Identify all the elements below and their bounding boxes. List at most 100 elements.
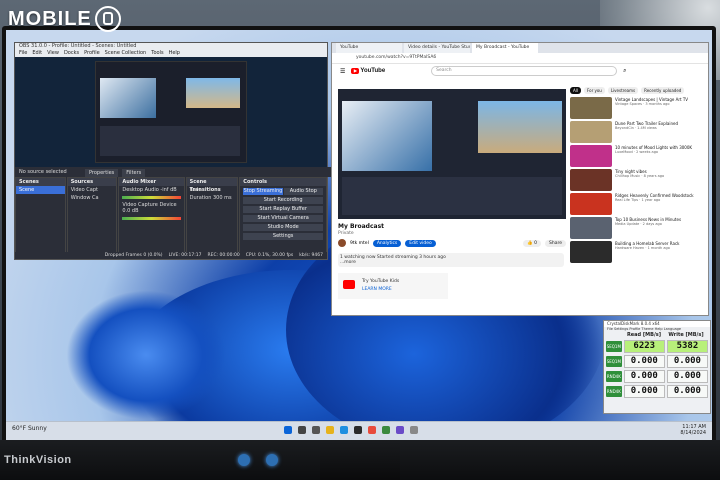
scene-item[interactable]: Scene [16,186,65,194]
rec-info: Top 10 Business News in Minutes Media Upd… [615,217,681,239]
clock[interactable]: 11:17 AM 8/14/2024 [680,424,706,436]
mixer-title: Audio Mixer [119,178,184,186]
watermark: MOBILE [8,6,121,32]
hamburger-icon[interactable]: ☰ [340,68,345,75]
search-input[interactable]: Search [431,66,618,76]
live-time: LIVE: 00:17:17 [168,253,202,258]
rec-item[interactable]: Tiny night vibes Chillhop Music · 8 years… [570,169,704,191]
mixer-capture-db: 0.0 dB [122,208,139,214]
edge-icon[interactable] [340,426,348,434]
rec-info: Dune Part Two Trailer Explained BeyondCin… [615,121,678,143]
menu-file[interactable]: File [19,50,27,57]
read-header: Read [MB/s] [626,332,662,338]
menu-help[interactable]: Help [169,50,180,57]
youtube-logo[interactable]: ▶ YouTube [351,68,385,74]
rec-thumbnail[interactable] [570,217,612,239]
search-icon[interactable] [298,426,306,434]
menu-tools[interactable]: Tools [151,50,163,57]
rec-item[interactable]: Ridges Heavenly Confirmed Woodstock Real … [570,193,704,215]
watermark-text: MOBILE [8,7,92,30]
search-icon[interactable]: ⌕ [623,67,626,75]
browser-tab[interactable]: My Broadcast - YouTube [472,43,538,53]
source-item[interactable]: Window Ca [68,194,117,202]
edit-video-button[interactable]: Edit video [405,239,436,247]
diskmark-header: Read [MB/s] Write [MB/s] [624,332,710,338]
rec-item[interactable]: Building a Homelab Server Rack Hardware H… [570,241,704,263]
player-clip-booth [342,101,432,171]
tab-properties[interactable]: Properties [85,169,119,177]
avatar[interactable] [338,239,346,247]
chip-all[interactable]: All [570,87,581,94]
tab-filters[interactable]: Filters [122,169,146,177]
description-more[interactable]: ...more [340,260,562,265]
address-bar[interactable]: youtube.com/watch?v=9TtPMalSA6 [332,53,708,64]
rec-item[interactable]: Dune Part Two Trailer Explained BeyondCin… [570,121,704,143]
menu-view[interactable]: View [47,50,59,57]
like-button[interactable]: 👍 0 [523,239,541,247]
test-button[interactable]: RND4K [606,371,622,382]
premiere-icon[interactable] [396,426,404,434]
chrome-icon[interactable] [368,426,376,434]
rec-thumbnail[interactable] [570,241,612,263]
stop-streaming-button[interactable]: Stop Streaming [243,188,283,195]
rec-thumbnail[interactable] [570,145,612,167]
rec-thumbnail[interactable] [570,97,612,119]
dropped-frames: Dropped Frames 0 (0.0%) [104,253,163,258]
menu-scene-collection[interactable]: Scene Collection [105,50,147,57]
task-view-icon[interactable] [312,426,320,434]
browser-tab[interactable]: Video details - YouTube Studio [404,43,470,53]
analytics-button[interactable]: Analytics [372,239,402,247]
chip-livestreams[interactable]: Livestreams [607,87,639,94]
mixer-desktop-label: Desktop Audio [122,187,159,193]
test-button[interactable]: SEQ1M [606,356,622,367]
transition-duration[interactable]: Duration 300 ms [187,194,238,202]
explorer-icon[interactable] [326,426,334,434]
kids-promo[interactable]: Try YouTube Kids LEARN MORE [338,273,448,299]
studio-mode-button[interactable]: Studio Mode [243,224,323,231]
start-recording-button[interactable]: Start Recording [243,197,323,204]
menu-edit[interactable]: Edit [32,50,42,57]
player-clip-desert [478,101,562,153]
rec-item[interactable]: 10 minutes of Mood Lights with 3000K Luxe… [570,145,704,167]
channel-name: 9tk mtel [350,240,369,246]
obs-preview[interactable] [15,57,327,167]
start-icon[interactable] [284,426,292,434]
rec-thumbnail[interactable] [570,121,612,143]
settings-button[interactable]: Settings [243,233,323,240]
menu-docks[interactable]: Docks [64,50,79,57]
test-button[interactable]: SEQ1M [606,341,622,352]
obs-taskbar-icon[interactable] [354,426,362,434]
menu-profile[interactable]: Profile [84,50,100,57]
browser-window[interactable]: YouTube Video details - YouTube Studio M… [331,42,709,316]
menu-button[interactable] [266,454,278,466]
video-player[interactable] [338,89,566,219]
power-button[interactable] [238,454,250,466]
diskmark-taskbar-icon[interactable] [382,426,390,434]
weather-widget[interactable]: 60°F Sunny [12,425,47,432]
rec-meta: Media Update · 2 days ago [615,222,662,226]
video-actions: 9tk mtel Analytics Edit video 👍 0 Share [338,239,566,247]
audio-stop-button[interactable]: Audio Stop [283,188,324,195]
controls-dock: Controls Stop Streaming Audio Stop Start… [239,177,327,253]
kids-link[interactable]: LEARN MORE [362,287,392,292]
virtual-camera-button[interactable]: Start Virtual Camera [243,215,323,222]
obs-window[interactable]: OBS 31.0.0 - Profile: Untitled - Scenes:… [14,42,331,260]
chip-for-you[interactable]: For you [583,87,605,94]
rec-item[interactable]: Vintage Landscapes | Vintage Art TV Vinta… [570,97,704,119]
preview-clip-desert [186,78,240,108]
video-description[interactable]: 1 watching now Started streaming 3 hours… [338,253,564,267]
browser-tabs: YouTube Video details - YouTube Studio M… [332,43,708,53]
source-item[interactable]: Video Capt [68,186,117,194]
preview-clip-booth [100,78,156,118]
rec-thumbnail[interactable] [570,193,612,215]
settings-icon[interactable] [410,426,418,434]
rec-info: Vintage Landscapes | Vintage Art TV Vinta… [615,97,688,119]
share-button[interactable]: Share [545,239,566,247]
rec-item[interactable]: Top 10 Business News in Minutes Media Upd… [570,217,704,239]
rec-thumbnail[interactable] [570,169,612,191]
browser-tab[interactable]: YouTube [336,43,402,53]
replay-buffer-button[interactable]: Start Replay Buffer [243,206,323,213]
test-button[interactable]: RND4K [606,386,622,397]
diskmark-window[interactable]: CrystalDiskMark 8.0.4 x64 File Settings … [603,320,711,414]
chip-recent[interactable]: Recently uploaded [641,87,685,94]
